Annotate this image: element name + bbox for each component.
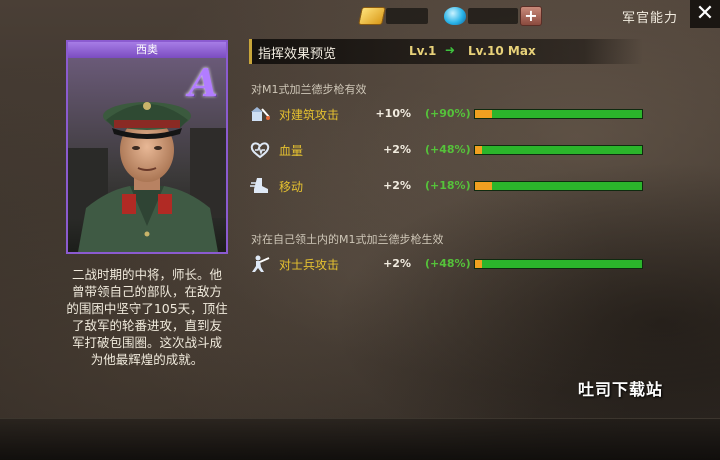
progress-bar-fill bbox=[475, 182, 492, 190]
close-button[interactable]: ✕ bbox=[690, 0, 720, 28]
officer-name: 西奥 bbox=[68, 42, 226, 58]
heart-icon bbox=[249, 140, 271, 160]
bottom-bar bbox=[0, 418, 720, 460]
section-label-territory: 对在自己领土内的M1式加兰德步枪生效 bbox=[251, 233, 444, 246]
stat-value: +2% bbox=[383, 143, 411, 156]
stat-max-bonus: (+48%) bbox=[425, 257, 471, 270]
progress-bar-fill bbox=[475, 146, 482, 154]
officer-portrait: A bbox=[68, 58, 226, 252]
stat-label: 对士兵攻击 bbox=[279, 258, 340, 272]
progress-bar-fill bbox=[475, 260, 482, 268]
diamond-icon bbox=[444, 7, 466, 25]
max-level: Lv.10 Max bbox=[468, 44, 536, 58]
stat-row-movement: 移动 +2% (+18%) bbox=[249, 177, 649, 195]
progress-bar bbox=[474, 259, 643, 269]
progress-bar-fill bbox=[475, 110, 492, 118]
stat-row-building-attack: 对建筑攻击 +10% (+90%) bbox=[249, 105, 649, 123]
infantry-attack-icon bbox=[249, 254, 271, 274]
progress-bar bbox=[474, 181, 643, 191]
page-title: 军官能力 bbox=[622, 11, 679, 26]
stat-label: 血量 bbox=[279, 144, 304, 158]
stat-label: 对建筑攻击 bbox=[279, 108, 340, 122]
officer-card: 西奥 A bbox=[66, 40, 228, 254]
boot-icon bbox=[249, 176, 271, 196]
section-label-rifle: 对M1式加兰德步枪有效 bbox=[251, 83, 367, 96]
rank-badge: A bbox=[188, 60, 218, 105]
watermark: 吐司下载站 bbox=[578, 380, 664, 399]
stat-max-bonus: (+18%) bbox=[425, 179, 471, 192]
stat-max-bonus: (+48%) bbox=[425, 143, 471, 156]
current-level: Lv.1 bbox=[409, 44, 437, 58]
officer-bio: 二战时期的中将，师长。他曾带领自己的部队，在敌方的围困中坚守了105天，顶住了敌… bbox=[66, 267, 228, 367]
stat-row-health: 血量 +2% (+48%) bbox=[249, 141, 649, 159]
arrow-right-icon: ➜ bbox=[445, 43, 456, 57]
stat-max-bonus: (+90%) bbox=[425, 107, 471, 120]
progress-bar bbox=[474, 109, 643, 119]
gold-resource bbox=[358, 6, 428, 26]
add-gems-button[interactable]: + bbox=[520, 6, 542, 26]
gem-resource: + bbox=[444, 6, 542, 26]
progress-bar bbox=[474, 145, 643, 155]
stat-row-infantry-attack: 对士兵攻击 +2% (+48%) bbox=[249, 255, 649, 273]
effect-preview-header: 指挥效果预览 Lv.1 ➜ Lv.10 Max bbox=[249, 39, 643, 64]
effect-preview-title: 指挥效果预览 bbox=[258, 47, 337, 62]
gold-bar-icon bbox=[358, 7, 386, 25]
gem-amount-box bbox=[468, 8, 518, 24]
stat-label: 移动 bbox=[279, 180, 304, 194]
building-attack-icon bbox=[249, 104, 271, 124]
stat-value: +2% bbox=[383, 257, 411, 270]
stat-value: +10% bbox=[375, 107, 411, 120]
gold-amount-box bbox=[386, 8, 428, 24]
stat-value: +2% bbox=[383, 179, 411, 192]
